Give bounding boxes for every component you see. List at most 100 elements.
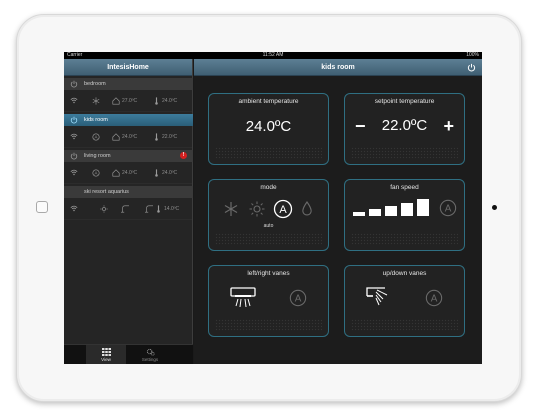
tab-view[interactable]: View (86, 345, 126, 364)
vane-icon (145, 205, 153, 213)
device-header[interactable]: ski resort aquarius (64, 186, 193, 198)
fan-level-3[interactable] (385, 206, 397, 216)
snowflake-icon[interactable] (223, 201, 239, 217)
device-header[interactable]: kids room (64, 114, 193, 126)
fan-speed-card: fan speed A (344, 179, 465, 251)
device-temp: 27.0ºC (122, 98, 138, 104)
device-name: bedroom (84, 81, 106, 87)
device-name: ski resort aquarius (84, 189, 129, 195)
device-header[interactable]: bedroom (64, 78, 193, 90)
card-title: fan speed (390, 184, 419, 191)
house-icon (112, 97, 120, 105)
device-status-row: 27.0ºC 24.0ºC (64, 94, 193, 108)
card-title: ambient temperature (238, 98, 299, 105)
power-icon[interactable] (70, 80, 78, 88)
bottom-tab-bar: View Settings (64, 344, 193, 364)
page-title-text: kids room (321, 64, 355, 71)
tab-view-label: View (101, 357, 111, 362)
power-icon[interactable] (70, 116, 78, 124)
setpoint-temperature-card: setpoint temperature − 22.0ºC + (344, 93, 465, 165)
card-title: setpoint temperature (374, 98, 435, 105)
fan-level-4[interactable] (401, 203, 413, 216)
device-setpoint: 22.0ºC (162, 134, 178, 140)
house-icon (112, 169, 120, 177)
mode-selected-label: auto (263, 223, 274, 229)
ambient-temperature-card: ambient temperature 24.0ºC (208, 93, 329, 165)
thermometer-icon (157, 205, 160, 213)
device-setpoint: 24.0ºC (162, 170, 178, 176)
power-icon[interactable] (467, 63, 476, 72)
thermometer-icon (155, 133, 158, 141)
gears-icon (146, 348, 155, 356)
wifi-icon (70, 169, 78, 176)
svg-text:A: A (279, 204, 287, 216)
fan-level-1[interactable] (353, 212, 365, 216)
house-icon (112, 133, 120, 141)
sidebar-title: IntesisHome (64, 59, 192, 76)
setpoint-controls: − 22.0ºC + (345, 116, 464, 136)
ud-vane-options: A (345, 282, 464, 308)
alert-badge[interactable]: ! (180, 152, 187, 159)
vane-swing-icon[interactable] (229, 286, 257, 310)
device-item-bedroom[interactable]: bedroom 27.0ºC 24.0ºC (64, 76, 193, 112)
drop-icon[interactable] (301, 201, 313, 217)
camera-dot (492, 205, 497, 210)
ambient-temperature-value: 24.0ºC (245, 118, 292, 135)
grid-icon (101, 348, 111, 356)
auto-icon[interactable]: A (425, 289, 443, 307)
sun-icon[interactable] (249, 201, 265, 217)
device-temp: 24.0ºC (122, 170, 138, 176)
wifi-icon (70, 97, 78, 104)
device-setpoint: 14.0ºC (164, 206, 180, 212)
card-title: up/down vanes (382, 270, 427, 277)
card-title: mode (260, 184, 277, 191)
auto-icon: A (92, 169, 100, 177)
home-button[interactable] (36, 201, 48, 213)
card-title: left/right vanes (247, 270, 290, 277)
auto-icon[interactable]: A (289, 289, 307, 307)
fan-speed-options: A (345, 196, 464, 222)
increase-setpoint-button[interactable]: + (443, 116, 454, 136)
auto-icon[interactable]: A (439, 199, 457, 217)
auto-icon: A (92, 133, 100, 141)
device-header[interactable]: living room ! (64, 150, 193, 162)
snowflake-icon (92, 97, 100, 105)
lr-auto-label: A (295, 294, 302, 305)
left-right-vanes-card: left/right vanes A (208, 265, 329, 337)
clock: 11:52 AM (262, 52, 284, 58)
thermometer-icon (155, 97, 158, 105)
tab-settings[interactable]: Settings (130, 345, 170, 364)
main-panel: kids room ambient temperature 24.0ºC set… (194, 59, 482, 364)
ud-auto-label: A (431, 294, 438, 305)
mode-options: A (209, 196, 328, 222)
device-item-living-room[interactable]: living room ! A 24.0ºC 24.0ºC (64, 148, 193, 184)
thermometer-icon (155, 169, 158, 177)
fan-level-5[interactable] (417, 199, 429, 216)
device-item-ski-resort[interactable]: ski resort aquarius 14.0ºC (64, 184, 193, 220)
svg-text:A: A (95, 135, 98, 140)
page-title: kids room (194, 59, 482, 76)
sidebar: IntesisHome bedroom 27.0ºC 24.0ºC kids r… (64, 59, 193, 364)
vane-icon (121, 205, 129, 213)
fan-auto-label: A (445, 204, 452, 215)
device-item-kids-room[interactable]: kids room A 24.0ºC 22.0ºC (64, 112, 193, 148)
device-name: living room (84, 153, 111, 159)
svg-text:A: A (95, 171, 98, 176)
status-bar: Carrier 11:52 AM 100% (64, 52, 482, 59)
vane-swing-icon[interactable] (365, 286, 395, 310)
tab-settings-label: Settings (141, 357, 159, 362)
up-down-vanes-card: up/down vanes A (344, 265, 465, 337)
mode-card: mode A auto (208, 179, 329, 251)
power-icon[interactable] (70, 152, 78, 160)
device-status-row: 14.0ºC (64, 202, 193, 216)
wifi-icon (70, 205, 78, 212)
device-temp: 24.0ºC (122, 134, 138, 140)
device-name: kids room (84, 117, 108, 123)
device-status-row: A 24.0ºC 24.0ºC (64, 166, 193, 180)
device-status-row: A 24.0ºC 22.0ºC (64, 130, 193, 144)
fan-level-2[interactable] (369, 209, 381, 216)
battery-label: 100% (466, 52, 479, 58)
sun-icon (100, 205, 108, 213)
auto-icon[interactable]: A (273, 199, 293, 219)
device-setpoint: 24.0ºC (162, 98, 178, 104)
